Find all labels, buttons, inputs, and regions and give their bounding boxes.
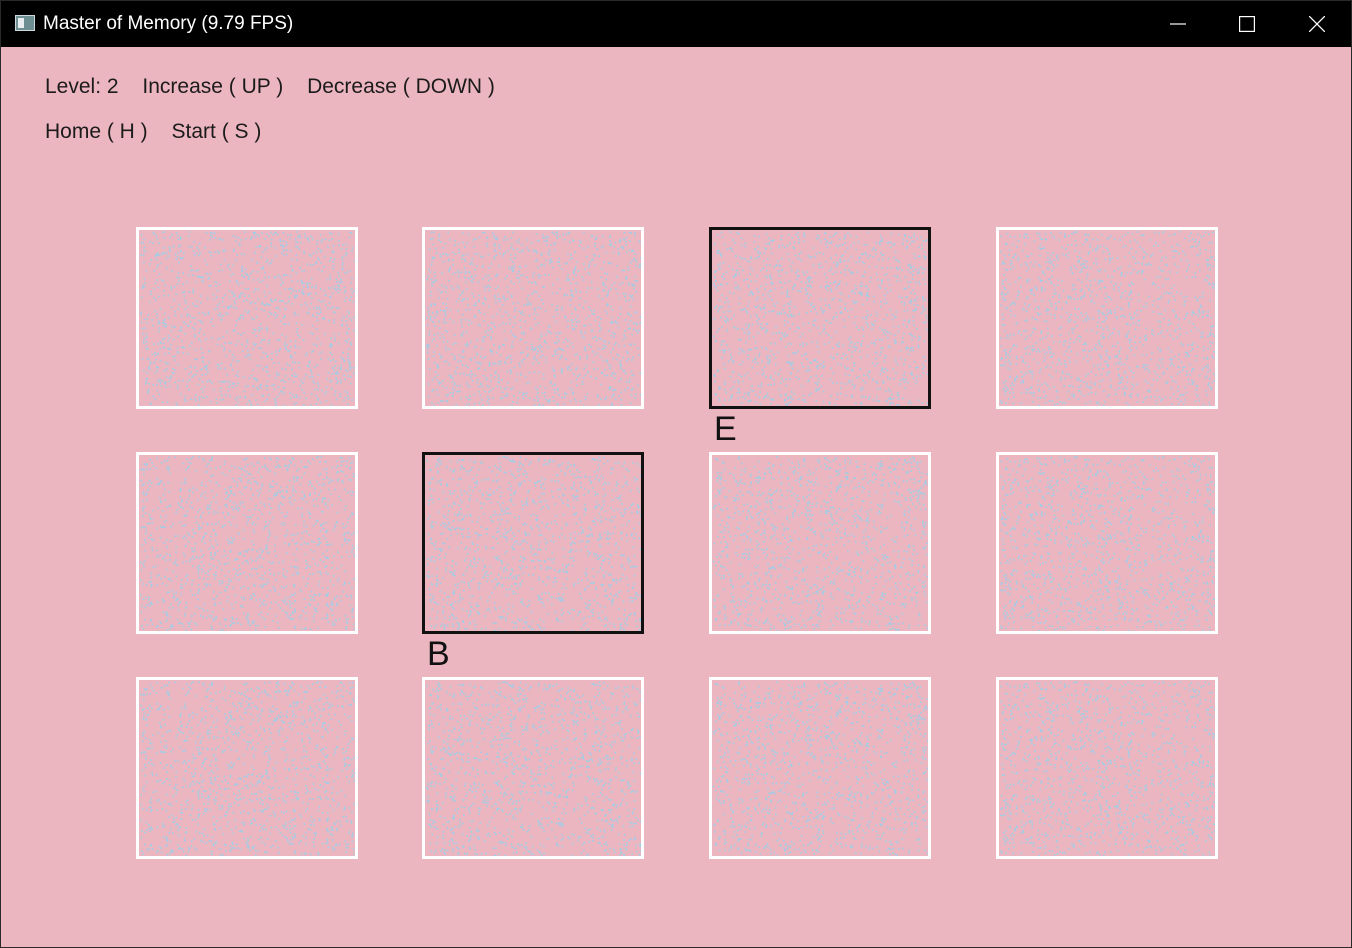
memory-card[interactable] [996, 677, 1218, 859]
memory-card[interactable] [422, 452, 644, 634]
card-noise-pattern [426, 456, 641, 631]
card-noise-pattern [140, 681, 355, 856]
memory-card[interactable] [136, 227, 358, 409]
card-grid: EB [1, 1, 1351, 947]
game-window: Master of Memory (9.79 FPS) Level: 2 Inc… [0, 0, 1352, 948]
memory-card[interactable] [996, 227, 1218, 409]
memory-card[interactable] [996, 452, 1218, 634]
card-noise-pattern [713, 681, 928, 856]
card-noise-pattern [1000, 681, 1215, 856]
memory-card[interactable] [136, 677, 358, 859]
memory-card[interactable] [709, 227, 931, 409]
card-noise-pattern [713, 231, 928, 406]
memory-card[interactable] [422, 677, 644, 859]
memory-card[interactable] [709, 677, 931, 859]
memory-card[interactable] [422, 227, 644, 409]
card-noise-pattern [1000, 456, 1215, 631]
card-key-label: E [714, 410, 737, 448]
card-noise-pattern [140, 231, 355, 406]
memory-card[interactable] [136, 452, 358, 634]
card-noise-pattern [140, 456, 355, 631]
card-noise-pattern [713, 456, 928, 631]
card-noise-pattern [1000, 231, 1215, 406]
card-noise-pattern [426, 681, 641, 856]
card-noise-pattern [426, 231, 641, 406]
memory-card[interactable] [709, 452, 931, 634]
card-key-label: B [427, 635, 450, 673]
